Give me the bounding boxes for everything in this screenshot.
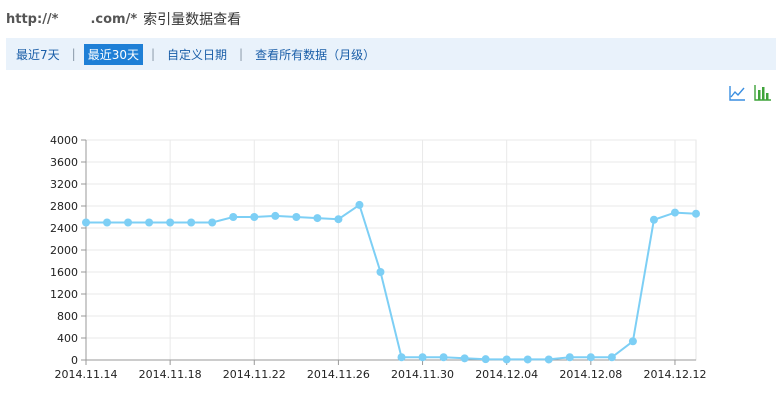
data-point xyxy=(460,354,469,363)
tab-separator: | xyxy=(239,47,244,61)
x-tick-label: 2014.11.30 xyxy=(391,368,454,381)
data-point xyxy=(692,209,700,218)
x-tick-label: 2014.12.08 xyxy=(559,368,622,381)
chart-type-switcher xyxy=(728,84,772,102)
data-point xyxy=(481,355,490,364)
x-tick-label: 2014.11.22 xyxy=(223,368,286,381)
data-point xyxy=(649,215,658,224)
data-point xyxy=(565,353,574,362)
page-title: 索引量数据查看 xyxy=(143,12,242,28)
data-point xyxy=(376,268,385,276)
data-point xyxy=(229,213,238,221)
page-header: http://* .com/* 索引量数据查看 xyxy=(6,8,241,30)
y-tick-label: 2800 xyxy=(50,200,78,213)
data-point xyxy=(124,218,133,227)
y-tick-label: 1600 xyxy=(50,266,78,279)
data-point xyxy=(607,353,616,362)
site-url-prefix: http://* xyxy=(6,11,59,27)
x-tick-label: 2014.11.26 xyxy=(307,368,370,381)
y-tick-label: 3600 xyxy=(50,156,78,169)
tab-separator: | xyxy=(71,47,76,61)
site-url-suffix: .com/* xyxy=(90,11,138,27)
data-point xyxy=(292,213,301,221)
y-tick-label: 2000 xyxy=(50,244,78,257)
data-point xyxy=(313,214,322,223)
data-point xyxy=(271,211,280,220)
data-point xyxy=(166,218,175,227)
date-range-tabbar: 最近7天 | 最近30天 | 自定义日期 | 查看所有数据（月级） xyxy=(6,38,776,70)
data-point xyxy=(82,218,90,227)
data-point xyxy=(502,355,511,364)
data-point xyxy=(355,200,364,209)
data-point xyxy=(670,208,679,217)
line-chart-icon[interactable] xyxy=(728,84,746,102)
x-tick-label: 2014.11.18 xyxy=(139,368,202,381)
tab-custom-date[interactable]: 自定义日期 xyxy=(163,44,231,65)
tab-all-data-monthly[interactable]: 查看所有数据（月级） xyxy=(251,44,379,65)
data-point xyxy=(586,353,595,362)
y-tick-label: 400 xyxy=(57,332,78,345)
tab-last-30-days[interactable]: 最近30天 xyxy=(83,43,143,65)
data-point xyxy=(250,213,259,221)
data-point xyxy=(103,218,112,227)
data-point xyxy=(544,355,553,364)
y-tick-label: 3200 xyxy=(50,178,78,191)
y-tick-label: 800 xyxy=(57,310,78,323)
y-tick-label: 2400 xyxy=(50,222,78,235)
index-volume-line-chart: 0 400 800 1200 1600 2000 2400 2800 3200 3600 4000 2… xyxy=(50,134,706,381)
data-point xyxy=(439,353,448,362)
data-point xyxy=(523,355,532,364)
data-point xyxy=(187,218,196,227)
x-tick-label: 2014.12.12 xyxy=(643,368,706,381)
data-point xyxy=(208,218,217,227)
y-tick-label: 1200 xyxy=(50,288,78,301)
data-point xyxy=(334,215,343,224)
x-tick-label: 2014.11.14 xyxy=(55,368,118,381)
y-tick-label: 0 xyxy=(71,354,78,367)
data-point xyxy=(628,337,637,346)
tab-separator: | xyxy=(150,47,156,61)
data-point xyxy=(145,218,154,227)
data-point xyxy=(418,353,427,362)
y-tick-label: 4000 xyxy=(50,134,78,147)
bar-chart-icon[interactable] xyxy=(754,84,772,102)
x-tick-label: 2014.12.04 xyxy=(475,368,538,381)
data-point xyxy=(397,353,406,362)
tab-last-7-days[interactable]: 最近7天 xyxy=(12,44,64,65)
